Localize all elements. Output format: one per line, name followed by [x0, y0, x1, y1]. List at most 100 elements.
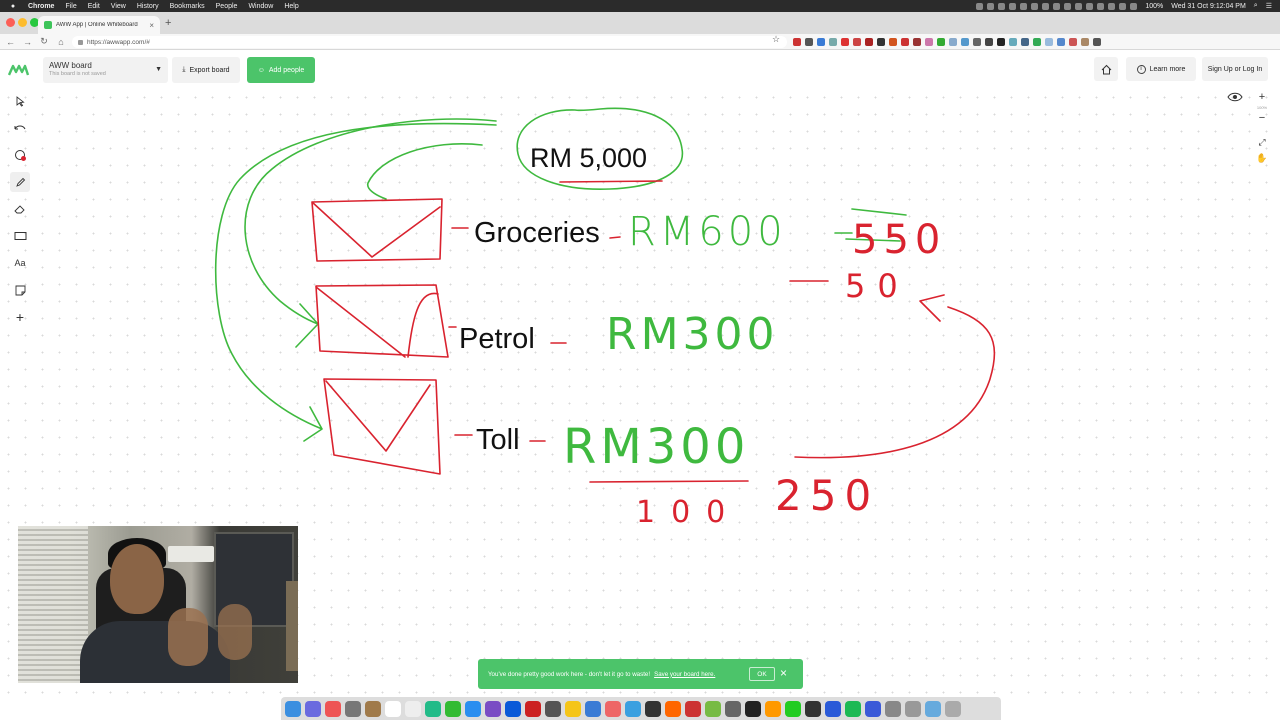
finder-icon[interactable] — [285, 700, 301, 717]
battery-percent[interactable]: 100% — [1145, 3, 1163, 10]
sublime-icon[interactable] — [765, 700, 781, 717]
photos-icon[interactable] — [665, 700, 681, 717]
calendar-icon[interactable] — [385, 700, 401, 717]
firefox-icon[interactable] — [605, 700, 621, 717]
category-groceries[interactable]: Groceries — [474, 217, 600, 250]
whatsapp-icon[interactable] — [785, 700, 801, 717]
podcast-icon[interactable] — [485, 700, 501, 717]
facetime-icon[interactable] — [445, 700, 461, 717]
new-tab-icon[interactable]: + — [165, 17, 171, 29]
color-palette-icon[interactable] — [10, 145, 30, 165]
groceries-spent-note[interactable]: 50 — [845, 267, 910, 305]
status-tray-icons[interactable] — [976, 2, 1138, 10]
apple-menu-icon[interactable]: ● — [8, 3, 18, 10]
recorder-icon[interactable] — [525, 700, 541, 717]
close-toast-icon[interactable]: × — [780, 666, 787, 680]
onepassword-icon[interactable] — [505, 700, 521, 717]
pan-hand-icon[interactable]: ✋ — [1253, 150, 1271, 166]
screen-icon[interactable] — [725, 700, 741, 717]
zoom-out-icon[interactable]: − — [1253, 110, 1271, 126]
toll-budget-note[interactable]: RM300 — [563, 419, 749, 475]
music-icon[interactable] — [325, 700, 341, 717]
forward-icon[interactable]: → — [23, 37, 32, 47]
spotlight-icon[interactable]: ⌕ — [1254, 2, 1258, 10]
bookmark-star-icon[interactable]: ☆ — [772, 34, 780, 45]
fullscreen-icon[interactable]: ⤢ — [1253, 134, 1271, 150]
back-icon[interactable]: ← — [6, 37, 15, 47]
undo-icon[interactable] — [10, 118, 30, 138]
app-icon[interactable] — [865, 700, 881, 717]
menu-people[interactable]: People — [216, 3, 238, 10]
sticky-note-icon[interactable] — [10, 280, 30, 300]
save-board-link[interactable]: Save your board here. — [654, 671, 715, 678]
menubar-clock[interactable]: Wed 31 Oct 9:12:04 PM — [1171, 3, 1246, 10]
utility-icon[interactable] — [905, 700, 921, 717]
category-petrol[interactable]: Petrol — [459, 323, 535, 356]
github-icon[interactable] — [885, 700, 901, 717]
toll-spent-note[interactable]: 100 — [636, 495, 741, 530]
export-board-button[interactable]: ⤓ Export board — [172, 57, 240, 83]
toll-remaining-note[interactable]: 250 — [775, 471, 879, 520]
kindle-icon[interactable] — [745, 700, 761, 717]
learn-more-button[interactable]: i Learn more — [1126, 57, 1196, 81]
aww-logo-icon[interactable] — [8, 63, 32, 77]
text-icon[interactable]: Aa — [10, 253, 30, 273]
media-icon[interactable] — [645, 700, 661, 717]
extension-icons[interactable] — [793, 38, 1101, 46]
green-arrow-to-petrol — [244, 118, 497, 348]
menu-edit[interactable]: Edit — [88, 3, 100, 10]
menu-file[interactable]: File — [65, 3, 76, 10]
safari-icon[interactable] — [585, 700, 601, 717]
board-selector[interactable]: AWW board This board is not saved ▼ — [43, 57, 168, 83]
todoist-icon[interactable] — [685, 700, 701, 717]
skype-icon[interactable] — [825, 700, 841, 717]
downloads-folder-icon[interactable] — [925, 700, 941, 717]
pen-icon[interactable] — [10, 172, 30, 192]
add-people-button[interactable]: ☺ Add people — [247, 57, 315, 83]
menu-history[interactable]: History — [137, 3, 159, 10]
messages-icon[interactable] — [425, 700, 441, 717]
red-underline-total — [559, 180, 663, 183]
eraser-icon[interactable] — [10, 199, 30, 219]
menu-help[interactable]: Help — [284, 3, 298, 10]
menu-view[interactable]: View — [111, 3, 126, 10]
siri-icon[interactable] — [305, 700, 321, 717]
reload-icon[interactable]: ↻ — [40, 36, 48, 47]
notes-app-icon[interactable] — [365, 700, 381, 717]
trash-icon[interactable] — [945, 700, 961, 717]
petrol-budget-note[interactable]: RM300 — [606, 309, 779, 360]
save-board-toast: You've done pretty good work here - don'… — [478, 659, 803, 689]
launchpad-icon[interactable] — [345, 700, 361, 717]
spotify-icon[interactable] — [845, 700, 861, 717]
address-bar[interactable]: https://awwapp.com/# — [72, 36, 787, 48]
add-icon[interactable]: + — [10, 307, 30, 327]
home-icon[interactable]: ⌂ — [57, 37, 65, 47]
pointer-icon[interactable] — [10, 91, 30, 111]
minimize-window-icon[interactable] — [18, 18, 27, 27]
sign-up-button[interactable]: Sign Up or Log In — [1202, 57, 1268, 81]
close-window-icon[interactable] — [6, 18, 15, 27]
info-icon: i — [1136, 64, 1146, 74]
browser-tab[interactable]: AWW App | Online Whiteboard × — [38, 16, 160, 34]
toast-ok-button[interactable]: OK — [749, 667, 775, 681]
rectangle-icon[interactable] — [10, 226, 30, 246]
chrome-icon[interactable] — [565, 700, 581, 717]
zoom-in-icon[interactable]: + — [1253, 89, 1271, 105]
board-home-button[interactable] — [1094, 57, 1118, 81]
groceries-budget-note[interactable]: RM600 — [628, 209, 787, 255]
menu-bookmarks[interactable]: Bookmarks — [170, 3, 205, 10]
menu-window[interactable]: Window — [248, 3, 273, 10]
eye-icon[interactable] — [1227, 91, 1243, 103]
telegram-icon[interactable] — [625, 700, 641, 717]
category-toll[interactable]: Toll — [476, 424, 520, 457]
editor-icon[interactable] — [705, 700, 721, 717]
groceries-remaining-note[interactable]: 550 — [852, 217, 946, 263]
preview-icon[interactable] — [405, 700, 421, 717]
terminal-icon[interactable] — [805, 700, 821, 717]
menu-app-name[interactable]: Chrome — [28, 3, 54, 10]
total-amount[interactable]: RM 5,000 — [530, 143, 647, 174]
close-tab-icon[interactable]: × — [149, 21, 154, 30]
app-store-icon[interactable] — [465, 700, 481, 717]
menu-list-icon[interactable]: ☰ — [1266, 2, 1272, 10]
system-prefs-icon[interactable] — [545, 700, 561, 717]
